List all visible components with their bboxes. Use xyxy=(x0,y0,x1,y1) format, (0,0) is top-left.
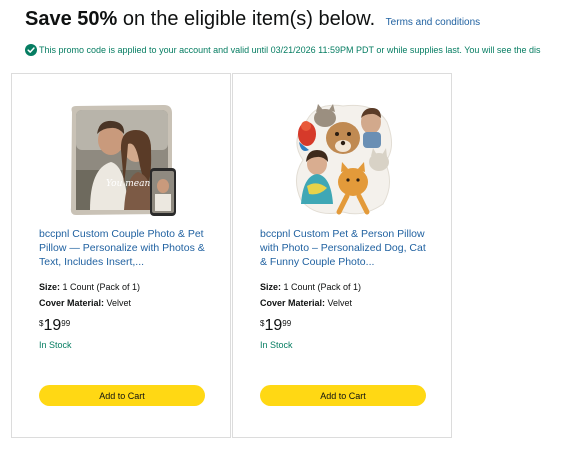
material-label: Cover Material: xyxy=(260,298,326,308)
product-card: You mean a lot to me bccpnl Custom Coupl… xyxy=(11,73,231,438)
product-image[interactable] xyxy=(287,100,399,218)
check-circle-icon xyxy=(25,44,37,56)
material-value: Velvet xyxy=(325,298,353,308)
product-title[interactable]: bccpnl Custom Pet & Person Pillow with P… xyxy=(260,227,430,269)
terms-link[interactable]: Terms and conditions xyxy=(386,17,481,28)
add-to-cart-button[interactable]: Add to Cart xyxy=(260,385,426,406)
size-spec: Size: 1 Count (Pack of 1) xyxy=(260,282,361,292)
material-spec: Cover Material: Velvet xyxy=(39,298,131,308)
product-card: bccpnl Custom Pet & Person Pillow with P… xyxy=(232,73,452,438)
material-label: Cover Material: xyxy=(39,298,105,308)
material-value: Velvet xyxy=(104,298,132,308)
price-fraction: 99 xyxy=(61,319,71,328)
material-spec: Cover Material: Velvet xyxy=(260,298,352,308)
size-spec: Size: 1 Count (Pack of 1) xyxy=(39,282,140,292)
add-to-cart-button[interactable]: Add to Cart xyxy=(39,385,205,406)
price-whole: 19 xyxy=(43,317,62,334)
size-label: Size: xyxy=(260,282,282,292)
price-whole: 19 xyxy=(264,317,283,334)
product-price: $ 19 99 xyxy=(39,317,70,335)
promo-text: This promo code is applied to your accou… xyxy=(39,45,541,55)
discount-headline: Save 50% xyxy=(25,8,118,30)
product-price: $ 19 99 xyxy=(260,317,291,335)
stock-status: In Stock xyxy=(260,340,293,350)
headline-rest: on the eligible item(s) below. xyxy=(117,8,376,30)
promo-header: Save 50% on the eligible item(s) below. … xyxy=(25,8,480,31)
size-value: 1 Count (Pack of 1) xyxy=(281,282,362,292)
product-title[interactable]: bccpnl Custom Couple Photo & Pet Pillow … xyxy=(39,227,209,269)
size-value: 1 Count (Pack of 1) xyxy=(60,282,141,292)
promo-notice: This promo code is applied to your accou… xyxy=(25,44,569,56)
size-label: Size: xyxy=(39,282,61,292)
stock-status: In Stock xyxy=(39,340,72,350)
price-fraction: 99 xyxy=(282,319,292,328)
product-image[interactable]: You mean a lot to me xyxy=(66,100,178,218)
